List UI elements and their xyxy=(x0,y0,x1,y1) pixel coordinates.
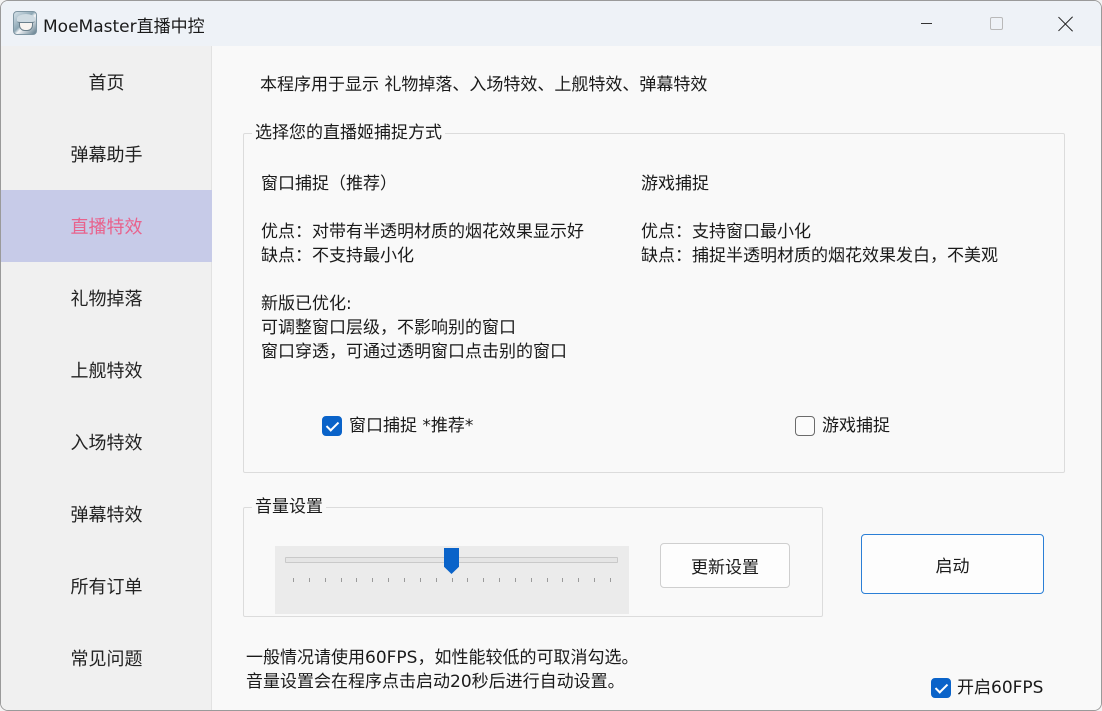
main-panel: 本程序用于显示 礼物掉落、入场特效、上舰特效、弹幕特效 选择您的直播姬捕捉方式 … xyxy=(213,46,1101,710)
fps-checkbox[interactable] xyxy=(931,678,951,698)
app-logo-icon xyxy=(13,11,37,35)
sidebar-item-all-orders[interactable]: 所有订单 xyxy=(1,550,212,622)
volume-slider-panel xyxy=(275,546,629,614)
volume-group: 音量设置 更新设置 xyxy=(243,497,823,617)
maximize-button[interactable] xyxy=(961,1,1031,46)
sidebar-item-guard-effects[interactable]: 上舰特效 xyxy=(1,334,212,406)
game-capture-checkbox[interactable] xyxy=(795,416,815,436)
sidebar-item-danmaku-effects[interactable]: 弹幕特效 xyxy=(1,478,212,550)
sidebar-item-danmaku-assistant[interactable]: 弹幕助手 xyxy=(1,118,212,190)
volume-slider-tick xyxy=(451,578,453,582)
volume-legend: 音量设置 xyxy=(252,497,326,517)
minimize-icon xyxy=(920,23,932,24)
volume-slider-tick xyxy=(578,578,580,582)
volume-slider-tick xyxy=(356,578,358,582)
minimize-button[interactable] xyxy=(891,1,961,46)
volume-slider-thumb[interactable] xyxy=(444,548,459,574)
volume-slider-tick xyxy=(403,578,405,582)
maximize-icon xyxy=(989,17,1003,30)
volume-note: 音量设置会在程序点击启动20秒后进行自动设置。 xyxy=(246,672,625,692)
volume-slider-tick xyxy=(467,578,469,582)
fps-note: 一般情况请使用60FPS，如性能较低的可取消勾选。 xyxy=(246,648,639,668)
window-capture-optimized-1: 可调整窗口层级，不影响别的窗口 xyxy=(261,318,516,338)
volume-slider-tick xyxy=(293,578,294,582)
page-description: 本程序用于显示 礼物掉落、入场特效、上舰特效、弹幕特效 xyxy=(260,75,708,95)
window-capture-cons: 缺点：不支持最小化 xyxy=(261,246,414,266)
volume-slider-tick xyxy=(499,578,501,582)
start-button[interactable]: 启动 xyxy=(861,534,1044,594)
sidebar-item-entry-effects[interactable]: 入场特效 xyxy=(1,406,212,478)
window-capture-option[interactable]: 窗口捕捉 *推荐* xyxy=(322,414,502,438)
volume-slider-tick xyxy=(372,578,374,582)
sidebar-item-gift-drop[interactable]: 礼物掉落 xyxy=(1,262,212,334)
window-capture-title: 窗口捕捉（推荐） xyxy=(261,174,397,194)
window-capture-optimized-title: 新版已优化: xyxy=(261,294,352,314)
window-capture-pros: 优点：对带有半透明材质的烟花效果显示好 xyxy=(261,222,584,242)
volume-slider-tick xyxy=(308,578,310,582)
app-window: MoeMaster直播中控 首页 弹幕助手 直播特效 礼物掉落 上舰特效 入场特… xyxy=(0,0,1102,711)
capture-method-group: 选择您的直播姬捕捉方式 窗口捕捉（推荐） 优点：对带有半透明材质的烟花效果显示好… xyxy=(243,123,1065,473)
title-bar[interactable]: MoeMaster直播中控 xyxy=(1,1,1101,46)
window-capture-checkbox-label[interactable]: 窗口捕捉 *推荐* xyxy=(349,414,473,438)
volume-slider-tick xyxy=(324,578,326,582)
volume-slider-tick xyxy=(514,578,516,582)
window-title: MoeMaster直播中控 xyxy=(43,17,205,37)
window-capture-optimized-2: 窗口穿透，可通过透明窗口点击别的窗口 xyxy=(261,342,567,362)
fps-option[interactable]: 开启60FPS xyxy=(931,676,1061,700)
game-capture-checkbox-label[interactable]: 游戏捕捉 xyxy=(822,414,890,438)
volume-slider-tick xyxy=(594,578,596,582)
window-capture-checkbox[interactable] xyxy=(322,416,342,436)
sidebar-nav: 首页 弹幕助手 直播特效 礼物掉落 上舰特效 入场特效 弹幕特效 所有订单 常见… xyxy=(1,46,212,710)
volume-slider-tick xyxy=(610,578,611,582)
update-settings-button[interactable]: 更新设置 xyxy=(660,543,790,588)
game-capture-title: 游戏捕捉 xyxy=(641,174,709,194)
volume-slider-tick xyxy=(530,578,532,582)
sidebar-item-faq[interactable]: 常见问题 xyxy=(1,622,212,694)
volume-slider-tick xyxy=(419,578,421,582)
game-capture-pros: 优点：支持窗口最小化 xyxy=(641,222,811,242)
volume-slider-tick xyxy=(546,578,548,582)
fps-checkbox-label[interactable]: 开启60FPS xyxy=(957,676,1043,700)
volume-slider-tick xyxy=(435,578,437,582)
volume-slider-tick xyxy=(562,578,564,582)
sidebar-item-live-effects[interactable]: 直播特效 xyxy=(1,190,212,262)
volume-slider-tick xyxy=(340,578,342,582)
game-capture-option[interactable]: 游戏捕捉 xyxy=(795,414,915,438)
volume-slider-tick xyxy=(483,578,485,582)
close-icon xyxy=(1058,16,1074,32)
sidebar-item-home[interactable]: 首页 xyxy=(1,46,212,118)
close-button[interactable] xyxy=(1031,1,1101,46)
capture-method-legend: 选择您的直播姬捕捉方式 xyxy=(252,123,445,143)
game-capture-cons: 缺点：捕捉半透明材质的烟花效果发白，不美观 xyxy=(641,246,998,266)
volume-slider-tick xyxy=(388,578,390,582)
